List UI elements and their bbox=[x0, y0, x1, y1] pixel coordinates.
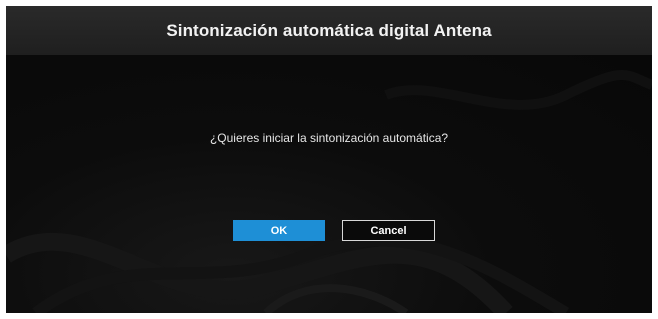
dialog-title: Sintonización automática digital Antena bbox=[166, 20, 492, 40]
tv-dialog-screen: Sintonización automática digital Antena … bbox=[6, 6, 652, 313]
background-pattern bbox=[6, 70, 652, 313]
dialog-body: ¿Quieres iniciar la sintonización automá… bbox=[6, 55, 652, 313]
ok-button[interactable]: OK bbox=[233, 220, 325, 241]
confirmation-message: ¿Quieres iniciar la sintonización automá… bbox=[209, 131, 449, 145]
dialog-header: Sintonización automática digital Antena bbox=[6, 6, 652, 55]
cancel-button[interactable]: Cancel bbox=[342, 220, 435, 241]
